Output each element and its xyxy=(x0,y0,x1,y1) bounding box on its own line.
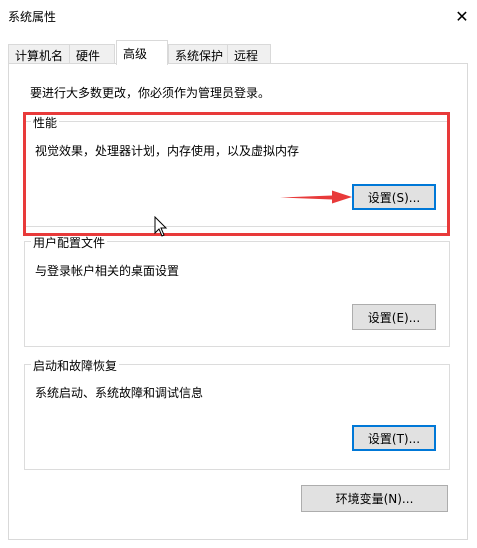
close-button[interactable]: ✕ xyxy=(447,0,477,32)
startup-recovery-description: 系统启动、系统故障和调试信息 xyxy=(35,386,204,400)
button-label: 环境变量(N)... xyxy=(335,492,414,506)
tab-label: 高级 xyxy=(123,47,148,61)
tab-label: 计算机名 xyxy=(15,49,64,63)
startup-recovery-settings-button[interactable]: 设置(T)... xyxy=(352,425,436,451)
tab-label: 远程 xyxy=(234,49,259,63)
red-arrow-icon xyxy=(280,190,352,204)
startup-recovery-title: 启动和故障恢复 xyxy=(31,357,120,374)
mouse-cursor-icon xyxy=(154,216,168,237)
user-profiles-settings-button[interactable]: 设置(E)... xyxy=(352,304,436,330)
tab-system-protection[interactable]: 系统保护 xyxy=(168,44,228,64)
admin-note: 要进行大多数更改，你必须作为管理员登录。 xyxy=(30,86,271,100)
tab-hardware[interactable]: 硬件 xyxy=(69,44,115,64)
button-label: 设置(T)... xyxy=(367,431,421,446)
user-profiles-group: 用户配置文件 与登录帐户相关的桌面设置 xyxy=(24,234,450,347)
title-bar: 系统属性 ✕ xyxy=(0,0,477,32)
user-profiles-description: 与登录帐户相关的桌面设置 xyxy=(35,264,180,278)
close-icon: ✕ xyxy=(455,6,469,26)
performance-settings-button[interactable]: 设置(S)... xyxy=(352,184,436,210)
performance-title: 性能 xyxy=(31,114,60,131)
tab-computer-name[interactable]: 计算机名 xyxy=(8,44,70,64)
tab-remote[interactable]: 远程 xyxy=(227,44,271,64)
performance-group: 性能 视觉效果，处理器计划，内存使用，以及虚拟内存 xyxy=(24,114,450,227)
tab-label: 硬件 xyxy=(76,49,101,63)
startup-recovery-group: 启动和故障恢复 系统启动、系统故障和调试信息 xyxy=(24,357,450,470)
environment-variables-button[interactable]: 环境变量(N)... xyxy=(301,485,448,512)
performance-description: 视觉效果，处理器计划，内存使用，以及虚拟内存 xyxy=(35,144,300,158)
button-label: 设置(E)... xyxy=(367,310,421,325)
tab-label: 系统保护 xyxy=(175,49,224,63)
window-title: 系统属性 xyxy=(8,10,57,24)
button-label: 设置(S)... xyxy=(367,190,421,205)
system-properties-window: 系统属性 ✕ 计算机名 硬件 高级 系统保护 远程 要进行大多数更改，你必须作为… xyxy=(0,0,477,548)
tab-advanced[interactable]: 高级 xyxy=(116,40,168,65)
user-profiles-title: 用户配置文件 xyxy=(31,234,108,251)
